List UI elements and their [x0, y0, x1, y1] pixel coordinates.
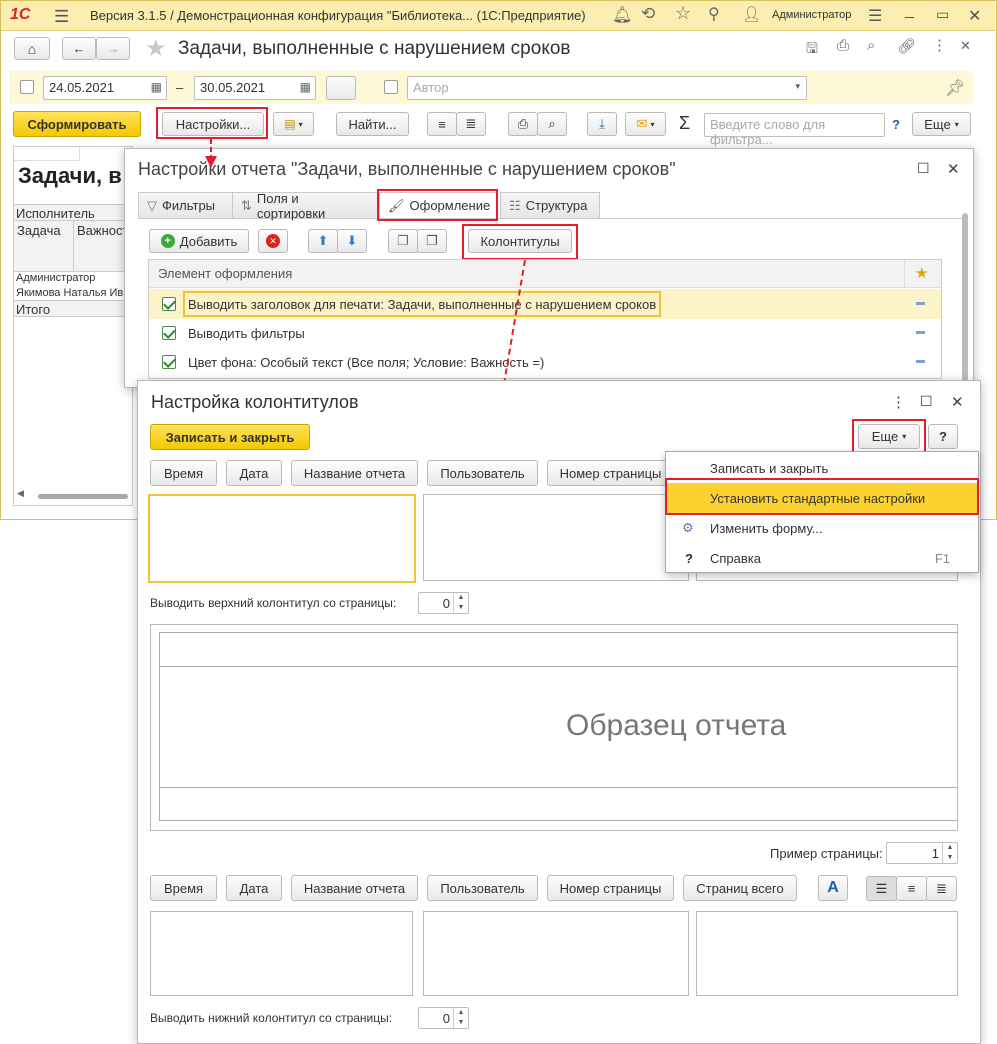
sample-page-stepper[interactable]: 1 ▲ ▼ [886, 842, 958, 864]
more-vert-icon[interactable]: ⋮ [891, 393, 906, 411]
form-settings-icon: ⚙ [682, 520, 694, 535]
insert-time-button[interactable]: Время [150, 460, 217, 486]
sample-text: Образец отчета [566, 709, 787, 742]
help-icon: ? [685, 550, 693, 566]
footer-left-field[interactable] [150, 911, 413, 996]
insert-page-number-button[interactable]: Номер страницы [547, 875, 674, 901]
hf-dialog-title: Настройка колонтитулов [151, 392, 359, 412]
insert-page-number-button[interactable]: Номер страницы [547, 460, 674, 486]
sample-line [159, 666, 958, 667]
top-from-stepper[interactable]: 0 ▲ ▼ [418, 592, 469, 614]
close-icon[interactable]: ✕ [951, 393, 964, 411]
bottom-from-value: 0 [442, 1011, 450, 1026]
menu-item-change-form[interactable]: ⚙ Изменить форму... [666, 513, 978, 543]
stepper-arrows-icon[interactable]: ▲ ▼ [942, 843, 957, 863]
bottom-from-stepper[interactable]: 0 ▲ ▼ [418, 1007, 469, 1029]
insert-report-name-button[interactable]: Название отчета [291, 460, 418, 486]
hf-help-button[interactable]: ? [928, 424, 958, 449]
header-left-field[interactable] [148, 494, 416, 583]
insert-total-pages-button[interactable]: Страниц всего [683, 875, 797, 901]
sample-line [159, 787, 958, 788]
stepper-arrows-icon[interactable]: ▲ ▼ [453, 593, 468, 613]
header-center-field[interactable] [423, 494, 689, 581]
align-right-button[interactable]: ≣ [926, 876, 957, 901]
maximize-icon[interactable]: ☐ [920, 393, 933, 410]
menu-item-label: Изменить форму... [710, 520, 823, 536]
align-right-icon: ≣ [936, 880, 947, 896]
align-center-button[interactable]: ≡ [896, 876, 927, 901]
insert-date-button[interactable]: Дата [226, 875, 282, 901]
insert-report-name-button[interactable]: Название отчета [291, 875, 418, 901]
set-defaults-highlight [665, 478, 979, 515]
menu-item-label: Справка [710, 550, 761, 566]
bottom-from-label: Выводить нижний колонтитул со страницы: [150, 1011, 393, 1025]
font-button[interactable]: A [818, 875, 848, 901]
sample-page-label: Пример страницы: [770, 846, 883, 861]
stepper-arrows-icon[interactable]: ▲ ▼ [453, 1008, 468, 1028]
menu-item-label: Записать и закрыть [710, 460, 829, 476]
menu-item-help[interactable]: ? Справка F1 [666, 543, 978, 573]
insert-date-button[interactable]: Дата [226, 460, 282, 486]
top-from-label: Выводить верхний колонтитул со страницы: [150, 596, 397, 610]
save-close-button[interactable]: Записать и закрыть [150, 424, 310, 450]
align-center-icon: ≡ [907, 881, 916, 896]
insert-time-button[interactable]: Время [150, 875, 217, 901]
top-from-value: 0 [442, 596, 450, 611]
more-highlight [852, 419, 926, 454]
sample-page-value: 1 [931, 846, 939, 861]
sample-inner [159, 632, 958, 821]
insert-user-button[interactable]: Пользователь [427, 460, 538, 486]
align-left-icon: ☰ [875, 880, 888, 896]
menu-item-shortcut: F1 [934, 550, 950, 566]
footer-right-field[interactable] [696, 911, 958, 996]
insert-user-button[interactable]: Пользователь [427, 875, 538, 901]
align-left-button[interactable]: ☰ [866, 876, 897, 901]
footer-center-field[interactable] [423, 911, 689, 996]
